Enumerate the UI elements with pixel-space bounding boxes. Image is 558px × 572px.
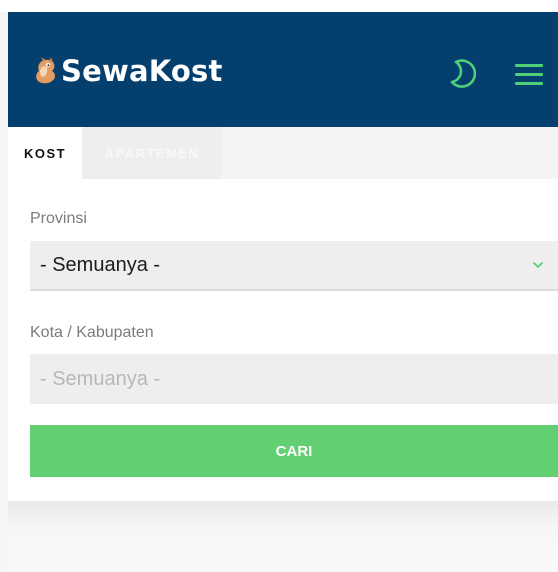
kota-label: Kota / Kabupaten — [30, 324, 154, 341]
tab-kost[interactable]: KOST — [8, 127, 82, 179]
search-form: Provinsi - Semuanya - Kota / Kabupaten -… — [8, 179, 558, 501]
provinsi-label: Provinsi — [30, 210, 87, 227]
provinsi-selected-value: - Semuanya - — [40, 253, 161, 276]
provinsi-select[interactable]: - Semuanya - — [30, 241, 558, 291]
top-strip — [0, 0, 558, 12]
chevron-down-icon — [533, 262, 543, 268]
kota-selected-value: - Semuanya - — [40, 367, 161, 390]
content-area — [8, 501, 558, 572]
squirrel-logo-icon — [36, 57, 55, 84]
theme-toggle-button[interactable] — [442, 57, 477, 91]
page: SewaKost KOST APARTEMEN Provinsi - Semua… — [0, 0, 558, 572]
navbar: SewaKost — [8, 12, 558, 127]
search-button[interactable]: CARI — [30, 425, 558, 477]
kota-select[interactable]: - Semuanya - — [30, 354, 558, 404]
menu-button[interactable] — [512, 60, 546, 90]
listing-type-tabs: KOST APARTEMEN — [8, 127, 558, 179]
hamburger-menu-icon — [515, 64, 543, 85]
moon-icon — [450, 59, 477, 88]
tab-apartemen[interactable]: APARTEMEN — [82, 127, 222, 179]
brand-link[interactable]: SewaKost — [32, 53, 223, 89]
brand-name: SewaKost — [61, 54, 223, 88]
